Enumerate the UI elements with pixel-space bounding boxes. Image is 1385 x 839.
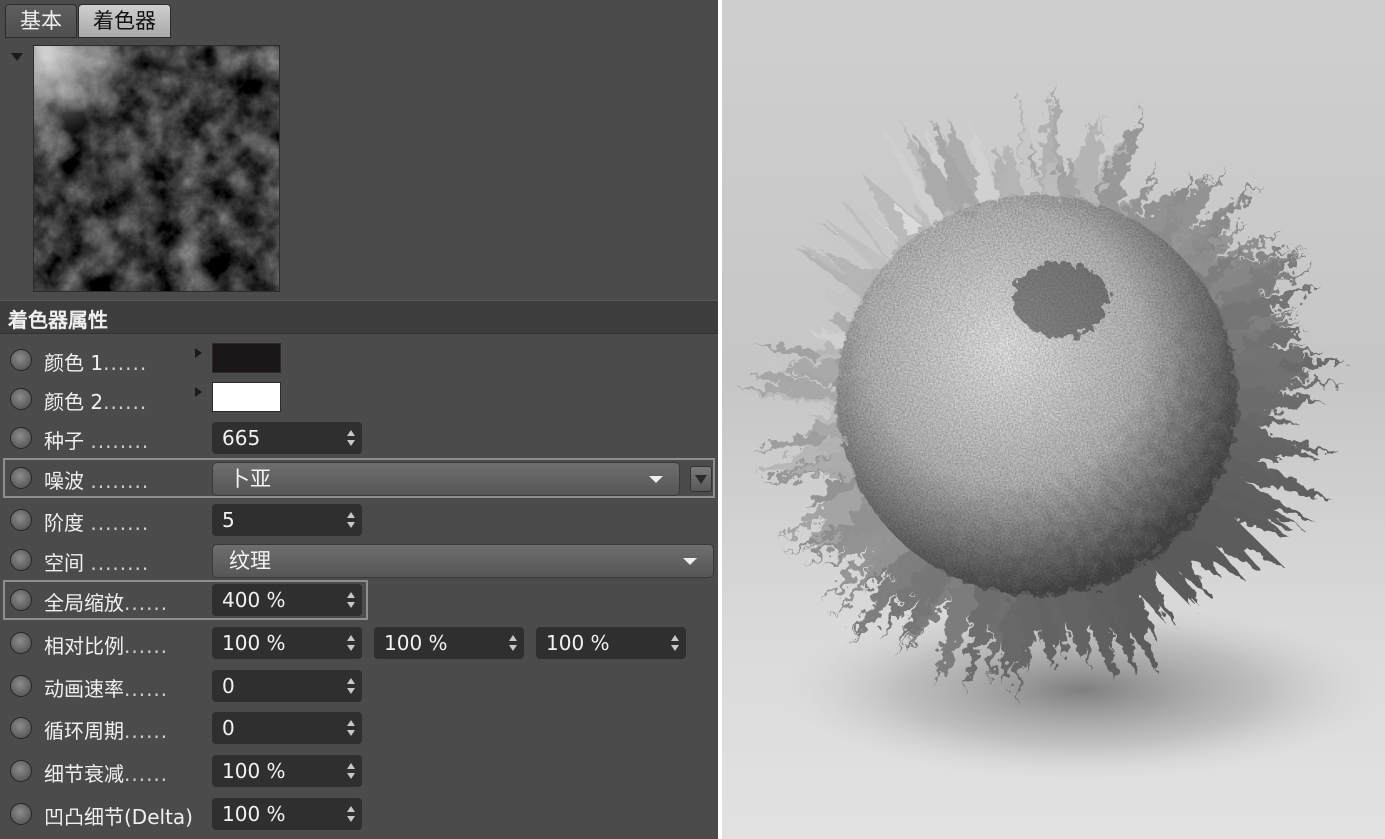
detail-attenuation-input[interactable]: 100 % xyxy=(212,755,362,787)
param-label: 空间 ........ xyxy=(44,551,150,575)
shader-properties-header: 着色器属性 xyxy=(0,300,718,334)
param-label: 噪波 ........ xyxy=(44,469,150,493)
spinner-arrows-icon[interactable] xyxy=(347,805,355,823)
chevron-down-icon xyxy=(649,476,663,483)
noise-preview-image xyxy=(34,46,279,291)
param-row-relative-scale: 相对比例...... 100 % 100 % 100 % xyxy=(0,623,718,663)
section-title: 着色器属性 xyxy=(8,308,108,332)
param-row-noise: 噪波 ........ 卜亚 xyxy=(3,458,715,498)
color1-swatch[interactable] xyxy=(212,343,281,373)
keyframe-radio-icon[interactable] xyxy=(10,549,32,571)
expand-triangle-icon[interactable] xyxy=(195,348,202,358)
keyframe-radio-icon[interactable] xyxy=(10,349,32,371)
render-viewport[interactable] xyxy=(722,0,1385,839)
spinner-arrows-icon[interactable] xyxy=(347,762,355,780)
param-row-animation-speed: 动画速率...... 0 xyxy=(0,666,718,706)
expand-triangle-icon[interactable] xyxy=(195,387,202,397)
keyframe-radio-icon[interactable] xyxy=(10,427,32,449)
keyframe-radio-icon[interactable] xyxy=(10,675,32,697)
param-row-detail-attenuation: 细节衰减...... 100 % xyxy=(0,751,718,791)
octaves-input[interactable]: 5 xyxy=(212,504,362,536)
global-scale-value: 400 % xyxy=(222,588,286,612)
keyframe-radio-icon[interactable] xyxy=(10,760,32,782)
spinner-arrows-icon[interactable] xyxy=(347,429,355,447)
seed-value: 665 xyxy=(222,426,261,450)
param-label: 颜色 1...... xyxy=(44,351,148,375)
relative-scale-y-value: 100 % xyxy=(384,631,448,655)
delta-value: 100 % xyxy=(222,802,286,826)
relative-scale-z-input[interactable]: 100 % xyxy=(536,627,686,659)
param-row-global-scale: 全局缩放...... 400 % xyxy=(3,580,368,620)
animation-speed-value: 0 xyxy=(222,674,235,698)
spinner-arrows-icon[interactable] xyxy=(347,634,355,652)
preview-collapse-triangle-icon[interactable] xyxy=(11,53,23,61)
octaves-value: 5 xyxy=(222,508,235,532)
keyframe-radio-icon[interactable] xyxy=(10,509,32,531)
param-label: 颜色 2...... xyxy=(44,390,148,414)
attribute-panel: 基本 着色器 着色器属性 颜色 1...... 颜色 2...... 种子 ..… xyxy=(0,0,718,839)
param-row-space: 空间 ........ 纹理 xyxy=(0,540,718,580)
spinner-arrows-icon[interactable] xyxy=(347,677,355,695)
param-row-color2: 颜色 2...... xyxy=(0,379,718,419)
global-scale-input[interactable]: 400 % xyxy=(212,584,362,616)
detail-attenuation-value: 100 % xyxy=(222,759,286,783)
seed-input[interactable]: 665 xyxy=(212,422,362,454)
keyframe-radio-icon[interactable] xyxy=(10,632,32,654)
param-label: 全局缩放...... xyxy=(44,591,169,615)
spiky-sphere-render xyxy=(735,82,1382,780)
param-row-seed: 种子 ........ 665 xyxy=(0,418,718,458)
tab-shader[interactable]: 着色器 xyxy=(78,4,171,38)
keyframe-radio-icon[interactable] xyxy=(10,717,32,739)
relative-scale-x-value: 100 % xyxy=(222,631,286,655)
noise-preview xyxy=(33,45,280,292)
space-value: 纹理 xyxy=(229,549,271,573)
param-row-delta: 凹凸细节(Delta) 100 % xyxy=(0,794,718,834)
param-row-color1: 颜色 1...... xyxy=(0,340,718,380)
space-dropdown[interactable]: 纹理 xyxy=(212,544,714,578)
keyframe-radio-icon[interactable] xyxy=(10,388,32,410)
keyframe-radio-icon[interactable] xyxy=(10,803,32,825)
loop-period-input[interactable]: 0 xyxy=(212,712,362,744)
spinner-arrows-icon[interactable] xyxy=(347,719,355,737)
delta-input[interactable]: 100 % xyxy=(212,798,362,830)
param-label: 阶度 ........ xyxy=(44,511,150,535)
tab-bar: 基本 着色器 xyxy=(5,4,172,38)
param-row-octaves: 阶度 ........ 5 xyxy=(0,500,718,540)
relative-scale-x-input[interactable]: 100 % xyxy=(212,627,362,659)
tab-basic[interactable]: 基本 xyxy=(5,4,77,38)
param-label: 种子 ........ xyxy=(44,429,150,453)
param-label: 动画速率...... xyxy=(44,677,169,701)
param-label: 细节衰减...... xyxy=(44,762,169,786)
param-label: 循环周期...... xyxy=(44,719,169,743)
noise-type-dropdown[interactable]: 卜亚 xyxy=(212,462,680,496)
color2-swatch[interactable] xyxy=(212,382,281,412)
relative-scale-z-value: 100 % xyxy=(546,631,610,655)
animation-speed-input[interactable]: 0 xyxy=(212,670,362,702)
param-label: 凹凸细节(Delta) xyxy=(44,805,193,829)
relative-scale-y-input[interactable]: 100 % xyxy=(374,627,524,659)
spinner-arrows-icon[interactable] xyxy=(347,511,355,529)
noise-menu-button[interactable] xyxy=(690,466,712,492)
spinner-arrows-icon[interactable] xyxy=(347,591,355,609)
keyframe-radio-icon[interactable] xyxy=(10,589,32,611)
chevron-down-icon xyxy=(683,558,697,565)
spinner-arrows-icon[interactable] xyxy=(671,634,679,652)
param-row-loop-period: 循环周期...... 0 xyxy=(0,708,718,748)
spinner-arrows-icon[interactable] xyxy=(509,634,517,652)
noise-type-value: 卜亚 xyxy=(229,467,271,491)
param-label: 相对比例...... xyxy=(44,634,169,658)
loop-period-value: 0 xyxy=(222,716,235,740)
keyframe-radio-icon[interactable] xyxy=(10,467,32,489)
